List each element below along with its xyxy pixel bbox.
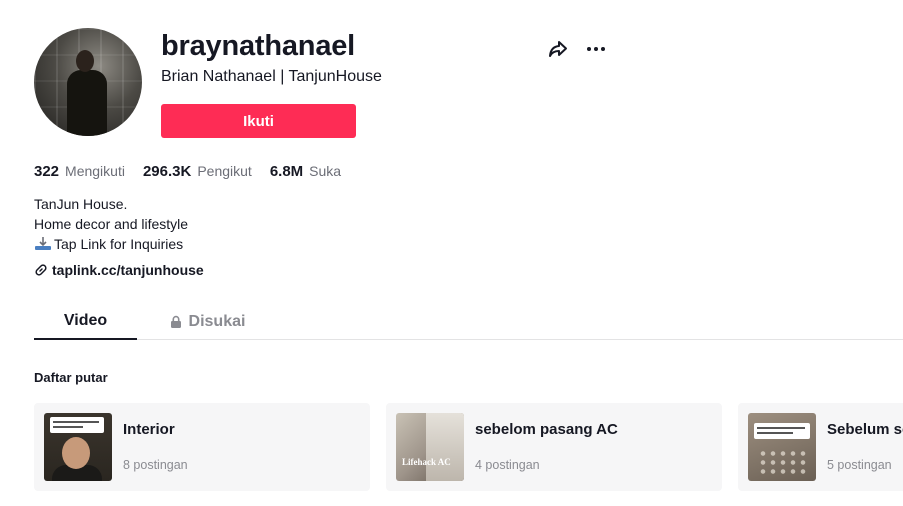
link-icon	[34, 263, 48, 277]
followers-label: Pengikut	[197, 163, 252, 179]
tab-liked-label: Disukai	[188, 312, 246, 330]
followers-count: 296.3K	[142, 163, 192, 180]
tab-video-label: Video	[63, 311, 108, 329]
avatar[interactable]	[34, 28, 142, 136]
point-down-icon	[34, 236, 52, 252]
playlist-card[interactable]: Lifehack AC sebelom pasang AC 4 postinga…	[386, 403, 722, 491]
playlist-thumbnail	[44, 413, 112, 481]
playlist-count: 8 postingan	[123, 458, 188, 472]
profile-tabs: Video Disukai	[34, 303, 903, 340]
playlist-title: sebelom pasang AC	[475, 421, 618, 438]
likes-label: Suka	[309, 163, 342, 179]
username: braynathanael	[161, 30, 356, 62]
likes-stat: 6.8M Suka	[270, 163, 341, 180]
playlist-thumbnail: Lifehack AC	[396, 413, 464, 481]
lock-icon	[169, 315, 183, 329]
bio: TanJun House. Home decor and lifestyle T…	[34, 194, 188, 254]
tab-video[interactable]: Video	[34, 303, 137, 340]
nickname: Brian Nathanael | TanjunHouse	[161, 68, 382, 85]
more-icon[interactable]	[585, 38, 607, 60]
playlists-title: Daftar putar	[34, 370, 108, 385]
followers-stat[interactable]: 296.3K Pengikut	[143, 163, 252, 180]
playlist-count: 4 postingan	[475, 458, 540, 472]
following-stat[interactable]: 322 Mengikuti	[34, 163, 125, 180]
playlist-title: Interior	[123, 421, 175, 438]
tab-liked[interactable]: Disukai	[162, 303, 252, 340]
playlist-thumbnail	[748, 413, 816, 481]
follow-button[interactable]: Ikuti	[161, 104, 356, 138]
bio-line: TanJun House.	[34, 196, 128, 212]
bio-line: Home decor and lifestyle	[34, 216, 189, 232]
profile-page: braynathanael Brian Nathanael | TanjunHo…	[0, 0, 903, 506]
link-text: taplink.cc/tanjunhouse	[52, 262, 204, 278]
likes-count: 6.8M	[269, 163, 304, 180]
bio-line: Tap Link for Inquiries	[34, 234, 188, 254]
playlist-card[interactable]: Interior 8 postingan	[34, 403, 370, 491]
bio-line-text: Tap Link for Inquiries	[54, 236, 184, 252]
profile-link[interactable]: taplink.cc/tanjunhouse	[34, 262, 204, 278]
playlist-title: Sebelum se	[827, 421, 903, 438]
thumbnail-caption: Lifehack AC	[402, 457, 451, 467]
playlist-count: 5 postingan	[827, 458, 892, 472]
profile-stats: 322 Mengikuti 296.3K Pengikut 6.8M Suka	[34, 163, 341, 180]
share-icon[interactable]	[547, 38, 569, 60]
playlist-card[interactable]: Sebelum se 5 postingan	[738, 403, 903, 491]
playlist-list: Interior 8 postingan Lifehack AC sebelom…	[34, 403, 903, 491]
following-count: 322	[34, 163, 60, 180]
following-label: Mengikuti	[65, 163, 125, 179]
